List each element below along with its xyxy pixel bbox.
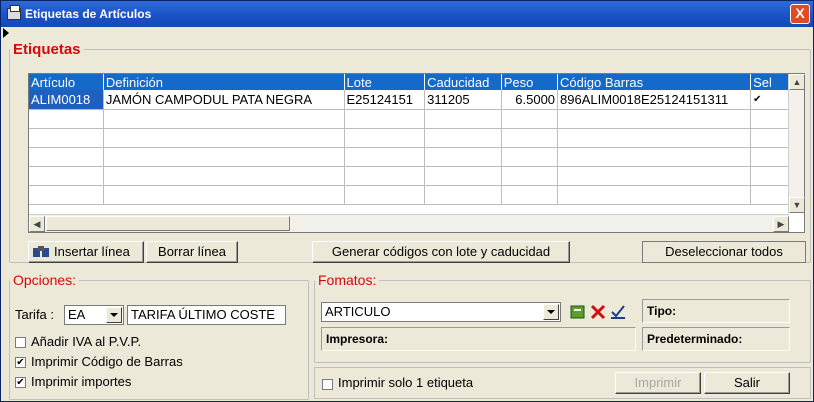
cell-sel-checkbox[interactable]: ✔ (750, 90, 789, 110)
table-row[interactable] (29, 147, 789, 167)
salir-button[interactable]: Salir (704, 372, 790, 394)
chevron-down-icon[interactable] (543, 304, 559, 320)
cell-lote[interactable]: E25124151 (344, 90, 426, 110)
generar-codigos-button[interactable]: Generar códigos con lote y caducidad (312, 241, 570, 263)
horizontal-scroll-thumb[interactable] (46, 216, 290, 231)
anadir-iva-checkbox[interactable] (15, 337, 26, 348)
scroll-right-icon[interactable]: ▶ (773, 216, 789, 232)
edit-format-icon[interactable] (569, 303, 587, 321)
tarifa-code-select[interactable]: EA (64, 305, 124, 325)
scroll-down-icon[interactable]: ▼ (789, 197, 805, 213)
select-format-icon[interactable] (609, 303, 627, 321)
col-caducidad[interactable]: Caducidad (424, 74, 502, 90)
table-row[interactable]: ALIM0018 JAMÓN CAMPODUL PATA NEGRA E2512… (29, 90, 789, 110)
table-row[interactable] (29, 185, 789, 205)
tarifa-code-value: EA (68, 307, 86, 322)
imprimir-button[interactable]: Imprimir (615, 372, 701, 394)
labels-table: Artículo Definición Lote Caducidad Peso … (29, 74, 789, 205)
scroll-up-icon[interactable]: ▲ (789, 74, 805, 90)
col-peso[interactable]: Peso (501, 74, 559, 90)
anadir-iva-label: Añadir IVA al P.V.P. (31, 334, 142, 349)
cell-caducidad[interactable]: 311205 (424, 90, 502, 110)
opciones-legend: Opciones: (13, 272, 77, 288)
close-button[interactable]: X (790, 4, 810, 24)
delete-icon[interactable] (589, 303, 607, 321)
labels-grid[interactable]: Artículo Definición Lote Caducidad Peso … (28, 73, 805, 233)
formatos-legend: Fomatos: (318, 272, 377, 288)
table-row[interactable] (29, 109, 789, 129)
borrar-linea-button[interactable]: Borrar línea (146, 241, 238, 263)
imprimir-solo-1-checkbox[interactable] (322, 379, 333, 390)
formato-select[interactable]: ARTICULO (321, 302, 561, 322)
cell-peso[interactable]: 6.5000 (501, 90, 559, 110)
cell-codigo-barras[interactable]: 896ALIM0018E25124151311 (557, 90, 752, 110)
impresora-field: Impresora: (321, 327, 636, 351)
col-codigo-barras[interactable]: Código Barras (557, 74, 752, 90)
chevron-down-icon[interactable] (106, 307, 122, 323)
deseleccionar-todos-button[interactable]: Deseleccionar todos (642, 241, 806, 263)
grid-header-row: Artículo Definición Lote Caducidad Peso … (29, 74, 789, 90)
imprimir-codigo-checkbox[interactable]: ✔ (15, 357, 26, 368)
imprimir-solo-1-label: Imprimir solo 1 etiqueta (338, 375, 474, 390)
title-bar: Etiquetas de Artículos X (1, 1, 813, 27)
tarifa-name-field[interactable]: TARIFA ÚLTIMO COSTE (127, 305, 286, 325)
table-row[interactable] (29, 128, 789, 148)
binoculars-icon (33, 246, 49, 257)
predeterminado-field: Predeterminado: (642, 327, 790, 351)
scroll-left-icon[interactable]: ◀ (29, 216, 45, 232)
printer-icon (7, 5, 21, 20)
record-pointer-icon (3, 28, 9, 38)
tipo-field: Tipo: (642, 299, 790, 323)
tarifa-label: Tarifa : (15, 307, 55, 322)
vertical-scrollbar[interactable]: ▲ ▼ (788, 74, 805, 213)
col-sel[interactable]: Sel (750, 74, 789, 90)
col-lote[interactable]: Lote (344, 74, 426, 90)
cell-definicion[interactable]: JAMÓN CAMPODUL PATA NEGRA (103, 90, 345, 110)
table-row[interactable] (29, 166, 789, 186)
imprimir-importes-label: Imprimir importes (31, 374, 132, 389)
imprimir-codigo-label: Imprimir Código de Barras (31, 354, 183, 369)
etiquetas-legend: Etiquetas (13, 41, 81, 58)
cell-articulo[interactable]: ALIM0018 (29, 90, 104, 110)
window: Etiquetas de Artículos X Etiquetas Artíc… (0, 0, 814, 402)
horizontal-scrollbar[interactable]: ◀ ▶ (29, 214, 789, 232)
imprimir-importes-checkbox[interactable]: ✔ (15, 377, 26, 388)
insertar-linea-label: Insertar línea (54, 244, 130, 259)
window-title: Etiquetas de Artículos (25, 7, 152, 21)
formato-value: ARTICULO (325, 304, 391, 319)
insertar-linea-button[interactable]: Insertar línea (28, 241, 144, 263)
col-definicion[interactable]: Definición (103, 74, 345, 90)
col-articulo[interactable]: Artículo (29, 74, 104, 90)
